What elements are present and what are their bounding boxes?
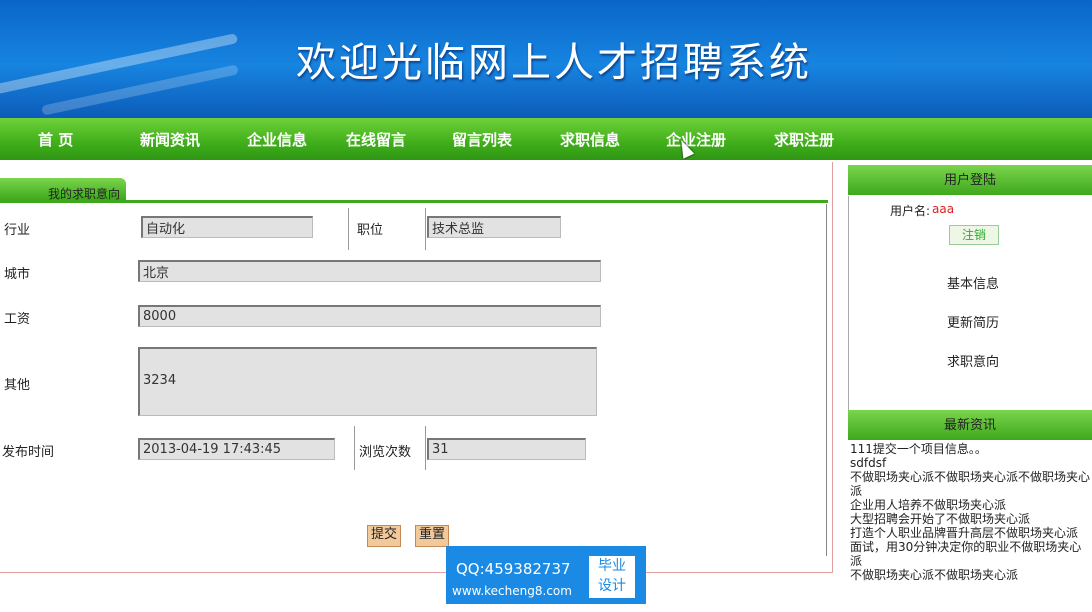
tab-job-intention[interactable]: 我的求职意向 xyxy=(0,178,126,201)
nav-company-register[interactable]: 企业注册 xyxy=(666,129,726,150)
divider xyxy=(425,426,426,470)
username-value: aaa xyxy=(932,202,955,216)
logout-button[interactable]: 注销 xyxy=(949,225,999,245)
nav-message-list[interactable]: 留言列表 xyxy=(452,129,512,150)
news-item[interactable]: 大型招聘会开始了不做职场夹心派 xyxy=(850,512,1090,526)
salary-field[interactable] xyxy=(138,305,601,327)
news-item[interactable]: 打造个人职业品牌晋升高层不做职场夹心派 xyxy=(850,526,1090,540)
other-textarea[interactable]: 3234 xyxy=(138,347,597,416)
other-label: 其他 xyxy=(4,378,31,393)
watermark-overlay: QQ:459382737 www.kecheng8.com 毕业 设计 xyxy=(446,546,646,604)
login-panel: 用户登陆 xyxy=(848,165,1092,195)
publish-time-label: 发布时间 xyxy=(2,445,55,460)
news-header: 最新资讯 xyxy=(848,410,1092,440)
main-nav: 首 页 新闻资讯 企业信息 在线留言 留言列表 求职信息 企业注册 求职注册 xyxy=(0,118,1092,160)
salary-label: 工资 xyxy=(4,312,31,327)
header-banner: 欢迎光临网上人才招聘系统 xyxy=(0,0,1092,118)
nav-news[interactable]: 新闻资讯 xyxy=(140,129,200,150)
banner-decoration xyxy=(0,33,239,97)
nav-online-message[interactable]: 在线留言 xyxy=(346,129,406,150)
nav-seeker-register[interactable]: 求职注册 xyxy=(774,129,834,150)
tab-underline xyxy=(0,200,828,203)
sidebar-link-basic-info[interactable]: 基本信息 xyxy=(947,273,999,292)
sidebar-border xyxy=(848,196,849,410)
news-item[interactable]: 面试，用30分钟决定你的职业不做职场夹心派 xyxy=(850,540,1090,568)
nav-job-info[interactable]: 求职信息 xyxy=(560,129,620,150)
city-field[interactable] xyxy=(138,260,601,282)
sidebar-link-job-intention[interactable]: 求职意向 xyxy=(947,351,999,370)
position-field[interactable] xyxy=(427,216,561,238)
industry-field[interactable] xyxy=(141,216,313,238)
watermark-badge-line: 毕业 xyxy=(598,558,626,574)
news-list: 111提交一个项目信息。。 sdfdsf 不做职场夹心派不做职场夹心派不做职场夹… xyxy=(850,442,1090,582)
news-item[interactable]: 不做职场夹心派不做职场夹心派 xyxy=(850,568,1090,582)
city-label: 城市 xyxy=(4,267,31,282)
nav-home[interactable]: 首 页 xyxy=(38,129,73,150)
divider xyxy=(425,208,426,250)
reset-button[interactable]: 重置 xyxy=(415,525,450,547)
publish-time-field[interactable] xyxy=(138,438,335,460)
news-item[interactable]: sdfdsf xyxy=(850,456,1090,470)
submit-button[interactable]: 提交 xyxy=(367,525,402,547)
views-label: 浏览次数 xyxy=(359,445,412,460)
nav-company-info[interactable]: 企业信息 xyxy=(247,129,307,150)
divider xyxy=(348,208,349,250)
position-label: 职位 xyxy=(357,223,384,238)
sidebar-link-update-resume[interactable]: 更新简历 xyxy=(947,312,999,331)
news-item[interactable]: 111提交一个项目信息。。 xyxy=(850,442,1090,456)
divider xyxy=(354,426,355,470)
news-item[interactable]: 不做职场夹心派不做职场夹心派不做职场夹心派 xyxy=(850,470,1090,498)
industry-label: 行业 xyxy=(4,223,31,238)
username-label: 用户名: xyxy=(890,204,931,218)
watermark-qq: QQ:459382737 xyxy=(456,560,571,578)
watermark-badge-line: 设计 xyxy=(598,578,626,594)
watermark-badge: 毕业 设计 xyxy=(589,556,635,598)
news-panel: 最新资讯 xyxy=(848,410,1092,440)
watermark-url: www.kecheng8.com xyxy=(452,584,572,598)
views-field[interactable] xyxy=(427,438,586,460)
news-item[interactable]: 企业用人培养不做职场夹心派 xyxy=(850,498,1090,512)
site-title: 欢迎光临网上人才招聘系统 xyxy=(296,40,812,86)
login-header: 用户登陆 xyxy=(848,165,1092,195)
